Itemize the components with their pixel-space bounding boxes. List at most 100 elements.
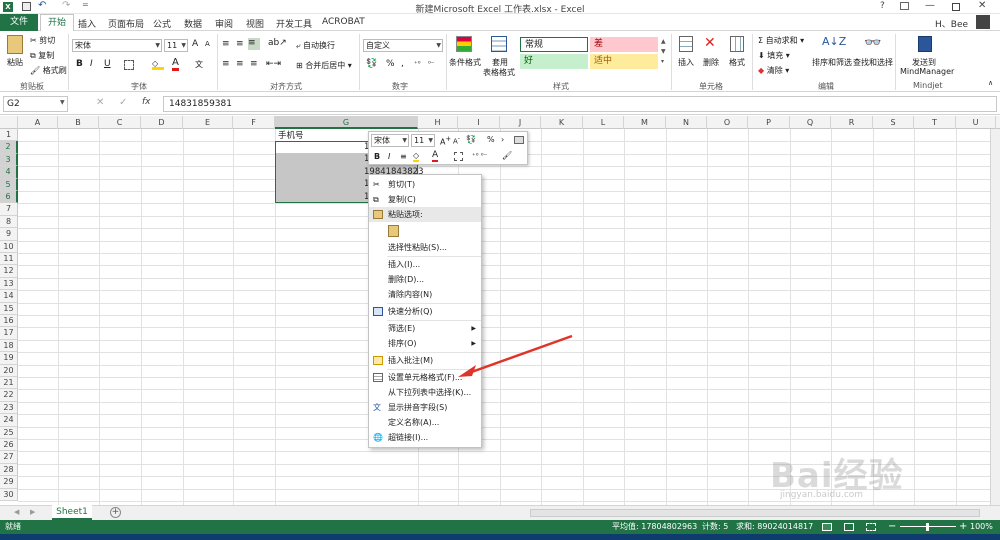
number-format-select[interactable]: 自定义 ▼ bbox=[363, 39, 443, 52]
format-table-button-line2[interactable]: 表格格式 bbox=[483, 67, 515, 78]
paste-button[interactable]: 粘贴 bbox=[7, 57, 23, 68]
delete-cells-button[interactable]: 删除 bbox=[703, 57, 719, 68]
user-name[interactable]: H、Bee bbox=[935, 17, 968, 30]
align-right-icon[interactable]: ≡ bbox=[250, 59, 258, 69]
insert-cells-button[interactable]: 插入 bbox=[678, 57, 694, 68]
mini-align-icon[interactable]: ≡ bbox=[400, 152, 407, 161]
zoom-level[interactable]: 100% bbox=[970, 520, 993, 534]
mini-italic-button[interactable]: I bbox=[388, 152, 390, 161]
zoom-in-icon[interactable]: + bbox=[959, 520, 967, 534]
delete-cells-icon[interactable]: ✕ bbox=[704, 35, 716, 51]
align-center-icon[interactable]: ≡ bbox=[236, 59, 244, 69]
mini-decimal-icon[interactable]: ⁺⁰ ⁰⁻ bbox=[472, 152, 487, 160]
grow-font-button[interactable]: A bbox=[192, 39, 198, 49]
row-header-21[interactable]: 21 bbox=[0, 377, 18, 390]
binoculars-icon[interactable]: 👓 bbox=[864, 35, 881, 51]
formula-input[interactable]: 14831859381 bbox=[163, 96, 997, 112]
conditional-format-icon[interactable] bbox=[456, 36, 472, 52]
shrink-font-button[interactable]: A bbox=[205, 40, 210, 48]
font-size-select[interactable]: 11 ▼ bbox=[164, 39, 188, 52]
wrap-text-button[interactable]: ⤶ 自动换行 bbox=[296, 40, 335, 51]
format-cells-icon[interactable] bbox=[730, 36, 744, 52]
add-sheet-button[interactable]: + bbox=[110, 507, 121, 518]
tab-data[interactable]: 数据 bbox=[184, 17, 202, 30]
align-bottom-icon[interactable]: ≡ bbox=[248, 38, 260, 50]
tab-developer[interactable]: 开发工具 bbox=[276, 17, 312, 30]
row-header-22[interactable]: 22 bbox=[0, 389, 18, 402]
font-name-select[interactable]: 宋体 ▼ bbox=[72, 39, 162, 52]
row-header-1[interactable]: 1 bbox=[0, 129, 18, 142]
sheet-next-icon[interactable]: ▶ bbox=[30, 508, 35, 516]
cut-button[interactable]: ✂ 剪切 bbox=[30, 35, 55, 46]
name-box[interactable]: G2 bbox=[3, 96, 68, 112]
worksheet-grid[interactable]: ABCDEFGHIJKLMNOPQRSTU 1 2 3 4 5 6 7 8 9 10 11 12 13 1… bbox=[0, 116, 1000, 505]
row-header-11[interactable]: 11 bbox=[0, 253, 18, 266]
mini-size-select[interactable]: 11 ▼ bbox=[411, 134, 435, 147]
styles-scroll-icon[interactable]: ▲ ▼ ▾ bbox=[661, 37, 666, 67]
cell-g1[interactable]: 手机号 bbox=[278, 129, 304, 141]
horizontal-scrollbar[interactable] bbox=[530, 509, 980, 517]
row-header-12[interactable]: 12 bbox=[0, 265, 18, 278]
row-header-13[interactable]: 13 bbox=[0, 277, 18, 291]
phonetic-icon[interactable]: 文 bbox=[195, 59, 203, 70]
fill-button[interactable]: ⬇ 填充 ▾ bbox=[758, 50, 790, 61]
sort-filter-button[interactable]: 排序和筛选 bbox=[812, 57, 852, 68]
menu-item-clear-contents[interactable]: 清除内容(N) bbox=[369, 287, 481, 302]
comma-button[interactable]: , bbox=[401, 59, 404, 69]
tab-formulas[interactable]: 公式 bbox=[153, 17, 171, 30]
sheet-tab-sheet1[interactable]: Sheet1 bbox=[52, 505, 92, 520]
find-select-button[interactable]: 查找和选择 bbox=[853, 57, 893, 68]
sheet-prev-icon[interactable]: ◀ bbox=[14, 508, 19, 516]
mindmanager-icon[interactable] bbox=[918, 36, 932, 52]
collapse-ribbon-icon[interactable]: ∧ bbox=[988, 79, 993, 87]
zoom-slider-thumb[interactable] bbox=[926, 523, 929, 531]
menu-item-quick-analysis[interactable]: 快速分析(Q) bbox=[369, 304, 481, 319]
format-table-icon[interactable] bbox=[491, 36, 507, 52]
align-top-icon[interactable]: ≡ bbox=[222, 39, 230, 49]
tab-view[interactable]: 视图 bbox=[246, 17, 264, 30]
indent-icon[interactable]: ⇤⇥ bbox=[266, 59, 281, 69]
mini-grow-font-icon[interactable]: A+ bbox=[440, 135, 451, 147]
style-normal[interactable]: 常规 bbox=[520, 37, 588, 52]
normal-view-icon[interactable] bbox=[822, 523, 832, 531]
tab-home[interactable]: 开始 bbox=[40, 14, 74, 31]
mini-percent-button[interactable]: % bbox=[487, 135, 495, 144]
row-header-16[interactable]: 16 bbox=[0, 315, 18, 328]
ribbon-display-icon[interactable] bbox=[900, 2, 909, 10]
menu-item-hyperlink[interactable]: 🌐 超链接(I)... bbox=[369, 430, 481, 445]
mini-comma-icon[interactable]: › bbox=[501, 135, 504, 144]
restore-button[interactable] bbox=[952, 3, 960, 11]
namebox-chevron-down-icon[interactable]: ▼ bbox=[60, 99, 65, 106]
clear-button[interactable]: ◆ 清除 ▾ bbox=[758, 65, 789, 76]
conditional-format-button[interactable]: 条件格式 bbox=[449, 57, 481, 68]
style-neutral[interactable]: 适中 bbox=[590, 54, 658, 69]
row-header-5[interactable]: 5 bbox=[0, 178, 18, 191]
underline-button[interactable]: U bbox=[104, 59, 111, 69]
row-header-9[interactable]: 9 bbox=[0, 228, 18, 241]
mini-font-select[interactable]: 宋体 ▼ bbox=[371, 134, 409, 147]
cancel-icon[interactable]: ✕ bbox=[96, 97, 104, 108]
row-header-18[interactable]: 18 bbox=[0, 339, 18, 353]
row-header-30[interactable]: 30 bbox=[0, 488, 18, 501]
sort-filter-icon[interactable]: A↓Z bbox=[822, 35, 846, 48]
mini-format-icon[interactable] bbox=[514, 136, 524, 144]
menu-item-define-name[interactable]: 定义名称(A)... bbox=[369, 415, 481, 430]
tab-insert[interactable]: 插入 bbox=[78, 17, 96, 30]
mini-currency-icon[interactable]: 💱 bbox=[466, 135, 476, 144]
row-header-8[interactable]: 8 bbox=[0, 215, 18, 229]
row-header-14[interactable]: 14 bbox=[0, 290, 18, 303]
tab-review[interactable]: 审阅 bbox=[215, 17, 233, 30]
tab-acrobat[interactable]: ACROBAT bbox=[322, 17, 365, 27]
bold-button[interactable]: B bbox=[76, 59, 83, 69]
page-break-icon[interactable] bbox=[866, 523, 876, 531]
close-button[interactable]: ✕ bbox=[978, 0, 986, 11]
row-header-7[interactable]: 7 bbox=[0, 203, 18, 216]
row-header-3[interactable]: 3 bbox=[0, 153, 18, 167]
style-good[interactable]: 好 bbox=[520, 54, 588, 69]
row-header-6[interactable]: 6 bbox=[0, 191, 18, 204]
row-header-25[interactable]: 25 bbox=[0, 426, 18, 439]
row-header-23[interactable]: 23 bbox=[0, 401, 18, 415]
menu-item-copy[interactable]: ⧉ 复制(C) bbox=[369, 192, 481, 207]
row-header-27[interactable]: 27 bbox=[0, 451, 18, 464]
send-to-button-line2[interactable]: MindManager bbox=[900, 67, 954, 76]
